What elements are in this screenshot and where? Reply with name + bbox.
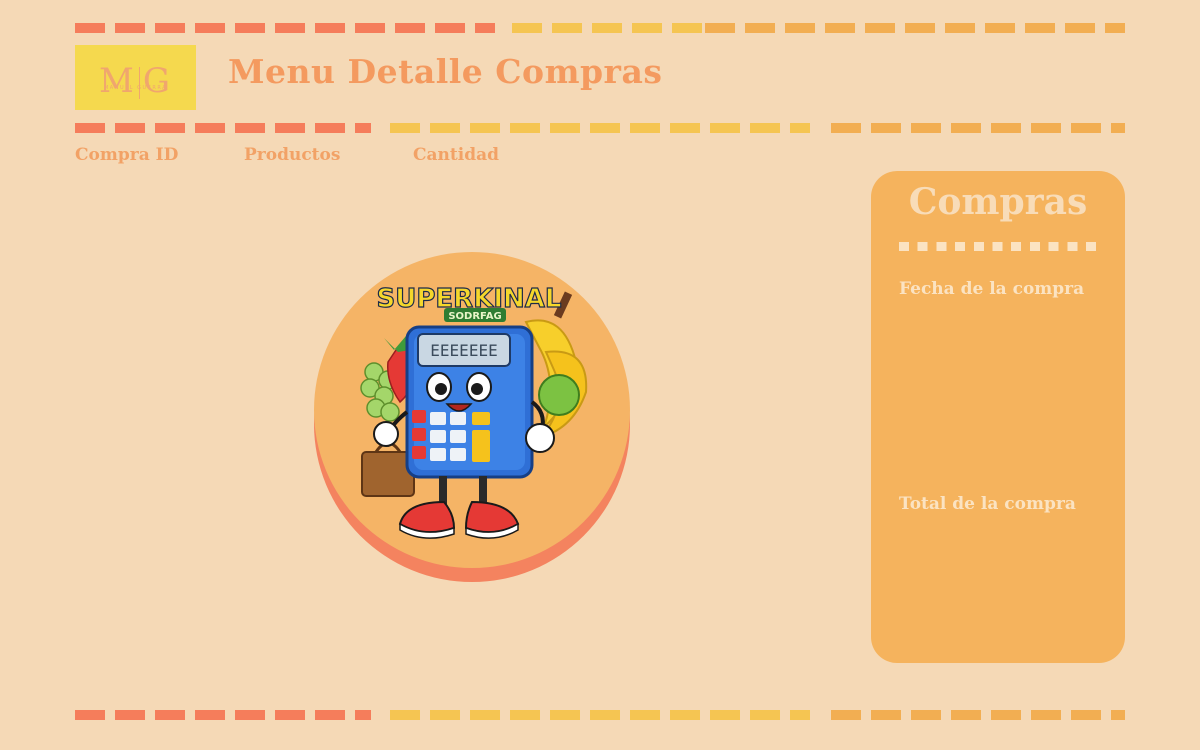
divider-coral-segment (75, 23, 495, 33)
calculator-display: EEEEEEE (430, 341, 497, 360)
logo-letter-m: M (99, 61, 136, 101)
logo-monogram: MG (99, 64, 172, 99)
divider-coral-segment (75, 123, 371, 133)
divider-yellow-segment (390, 123, 810, 133)
fecha-compra-label: Fecha de la compra (899, 279, 1085, 299)
logo-letter-g: G (142, 61, 172, 101)
divider-yellow-segment (390, 710, 810, 720)
header-divider (75, 123, 1125, 133)
divider-orange-segment (831, 123, 1125, 133)
divider-coral-segment (75, 710, 371, 720)
total-compra-label: Total de la compra (899, 494, 1076, 514)
mascot-sub-text: SODRFAG (448, 311, 501, 322)
divider-orange-segment (705, 23, 1125, 33)
mascot-circle: SUPERKINAL SODRFAG EEEEEEE (314, 252, 630, 568)
logo-divider (138, 67, 140, 99)
panel-title: Compras (908, 181, 1088, 223)
top-divider (75, 23, 1125, 33)
mascot-illustration: SUPERKINAL SODRFAG EEEEEEE (314, 252, 632, 582)
column-header-compra-id: Compra ID (75, 145, 179, 165)
column-header-productos: Productos (244, 145, 341, 165)
calculator-mascot-icon: SUPERKINAL SODRFAG EEEEEEE (360, 283, 588, 539)
divider-orange-segment (831, 710, 1125, 720)
compras-panel: Compras Fecha de la compra Total de la c… (871, 171, 1125, 663)
bottom-divider (75, 710, 1125, 720)
page-title: Menu Detalle Compras (228, 52, 663, 91)
panel-divider (899, 242, 1099, 251)
divider-yellow-segment (512, 23, 702, 33)
brand-logo[interactable]: MG MANUEL GUERRA (75, 45, 196, 110)
column-header-cantidad: Cantidad (413, 145, 500, 165)
